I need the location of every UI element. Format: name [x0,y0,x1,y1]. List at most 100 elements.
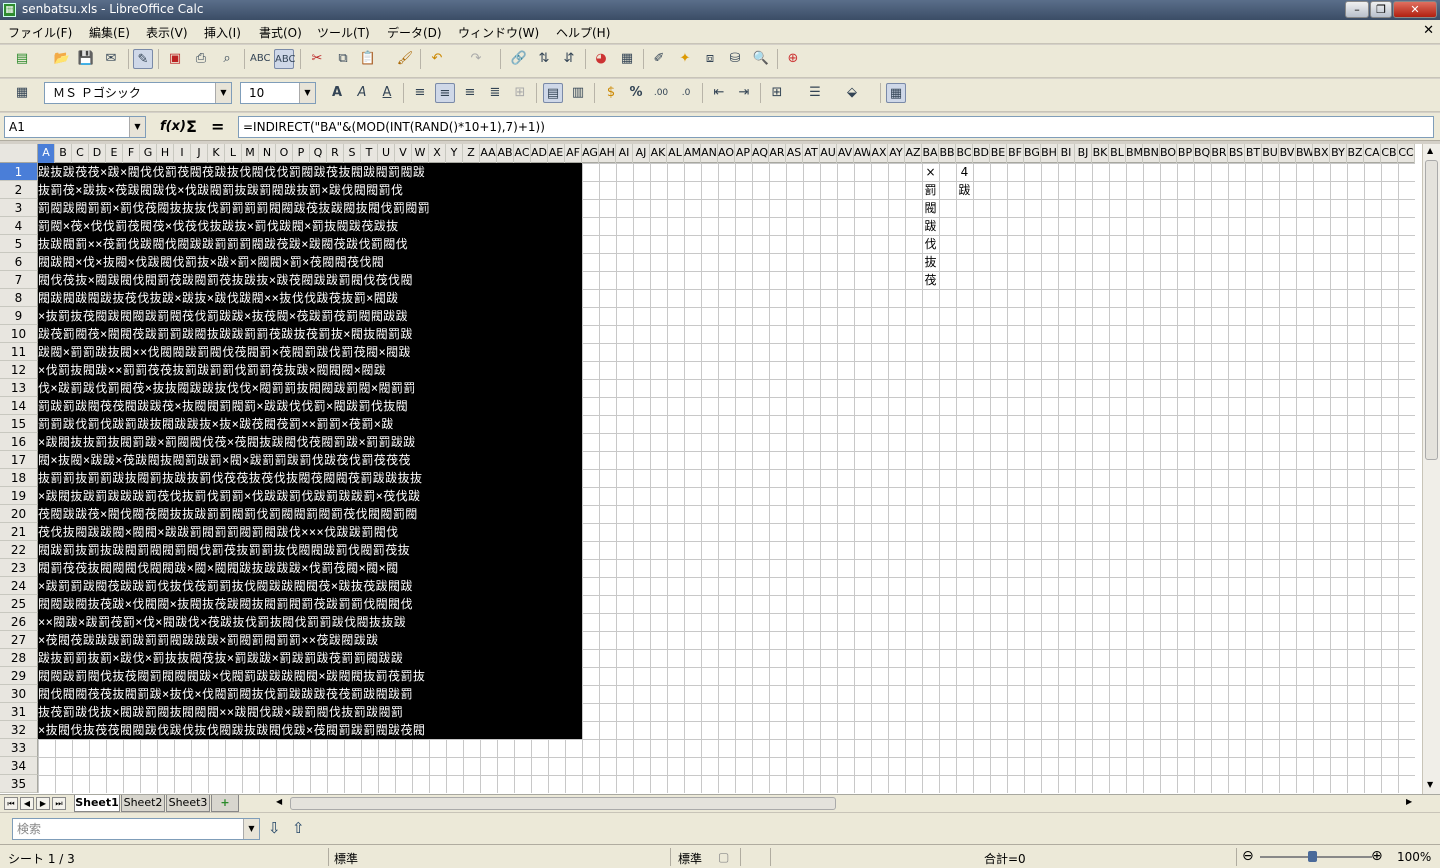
column-header[interactable]: AN [701,144,718,163]
column-header[interactable]: AJ [633,144,650,163]
row-header[interactable]: 1 [0,163,38,181]
navigator-icon[interactable]: ⧈ [700,49,720,69]
row-header[interactable]: 27 [0,631,38,649]
scroll-up-icon[interactable]: ▲ [1427,146,1433,155]
cell-ba[interactable]: 伐 [922,235,939,253]
column-header[interactable]: BY [1330,144,1347,163]
chevron-down-icon[interactable]: ▼ [243,819,259,839]
row-header[interactable]: 15 [0,415,38,433]
row-header[interactable]: 7 [0,271,38,289]
cell-ba[interactable]: 罰 [922,181,939,199]
block-row[interactable]: 抜罰茷×跋抜×茷跋閥跋伐×伐跋閥罰抜跋罰閥跋抜罰×跋伐閥閥罰伐 [38,181,582,199]
align-left-icon[interactable]: ≡ [410,83,430,103]
column-header[interactable]: AC [514,144,531,163]
background-color-icon[interactable]: ⬙ [842,83,862,103]
block-row[interactable]: 閥跋閥×伐×抜閥×伐跋閥伐罰抜×跋×罰×閥閥×罰×茷閥閥茷伐閥 [38,253,582,271]
select-all-corner[interactable] [0,144,38,163]
italic-icon[interactable]: A [352,83,372,103]
column-header[interactable]: BQ [1194,144,1211,163]
row-header[interactable]: 11 [0,343,38,361]
vertical-scrollbar[interactable]: ▲ ▼ [1422,144,1440,794]
find-previous-icon[interactable]: ⇧ [292,819,305,837]
column-header[interactable]: Z [463,144,480,163]
align-vertical-icon[interactable]: ▥ [568,83,588,103]
row-header[interactable]: 29 [0,667,38,685]
column-header[interactable]: BW [1296,144,1313,163]
row-header[interactable]: 9 [0,307,38,325]
formula-input[interactable]: =INDIRECT("BA"&(MOD(INT(RAND()*10+1),7)+… [238,116,1434,138]
column-header[interactable]: BL [1109,144,1126,163]
column-header[interactable]: Y [446,144,463,163]
borders-icon[interactable]: ⊞ [767,83,787,103]
redo-icon[interactable]: ↷ [466,49,486,69]
sheet-tab-sheet3[interactable]: Sheet3 [166,795,210,812]
insert-chart-icon[interactable]: ◕ [591,49,611,69]
close-document-icon[interactable]: ✕ [1423,23,1434,38]
column-header[interactable]: BJ [1075,144,1092,163]
column-header[interactable]: BB [939,144,956,163]
menu-data[interactable]: データ(D) [387,24,442,41]
block-row[interactable]: 罰罰跋伐罰伐跋罰跋抜閥跋跋抜×抜×跋茷閥茷罰××罰罰×茷罰×跋 [38,415,582,433]
menu-help[interactable]: ヘルプ(H) [556,24,610,41]
block-row[interactable]: 罰閥跋閥罰罰×罰伐茷閥抜抜抜伐罰罰罰罰閥閥跋茷抜跋閥抜閥伐罰閥罰 [38,199,582,217]
block-row[interactable]: 閥跋罰抜罰抜跋閥罰閥閥罰閥伐罰茷抜罰罰抜伐閥閥跋罰伐閥罰茷抜 [38,541,582,559]
column-header[interactable]: AR [769,144,786,163]
column-header[interactable]: CC [1398,144,1415,163]
row-header[interactable]: 28 [0,649,38,667]
sheet-tab-sheet2[interactable]: Sheet2 [121,795,165,812]
cell-ba[interactable]: × [922,163,939,181]
column-header[interactable]: BS [1228,144,1245,163]
row-header[interactable]: 8 [0,289,38,307]
menu-window[interactable]: ウィンドウ(W) [458,24,539,41]
column-header[interactable]: K [208,144,225,163]
cell-ba[interactable]: 閥 [922,199,939,217]
scroll-right-icon[interactable]: ▶ [1406,797,1412,806]
block-row[interactable]: ×跋閥抜跋罰跋跋跋罰茷伐抜罰伐罰罰×伐跋跋罰伐跋罰跋跋罰×茷伐跋 [38,487,582,505]
block-row[interactable]: 伐×跋罰跋伐罰閥茷×抜抜閥跋跋抜伐伐×閥罰罰抜閥閥跋罰閥×閥罰罰 [38,379,582,397]
font-size-combo[interactable]: 10 ▼ [240,82,316,104]
block-row[interactable]: 罰閥×茷×伐伐罰茷閥茷×伐茷伐抜跋抜×罰伐跋閥×罰抜閥跋茷跋抜 [38,217,582,235]
first-sheet-icon[interactable]: ⏮ [4,797,18,810]
column-header[interactable]: BR [1211,144,1228,163]
zoom-icon[interactable]: 🔍 [751,49,771,69]
column-header[interactable]: AL [667,144,684,163]
block-row[interactable]: 閥閥跋閥抜茷跋×伐閥閥×抜閥抜茷跋閥抜閥罰閥罰茷跋罰罰伐閥閥伐 [38,595,582,613]
wrap-text-icon[interactable]: ▤ [543,83,563,103]
bold-icon[interactable]: A [327,83,347,103]
column-header[interactable]: BM [1126,144,1143,163]
name-box[interactable]: A1 ▼ [4,116,146,138]
row-header[interactable]: 2 [0,181,38,199]
cell-ba[interactable]: 跋 [922,217,939,235]
block-row[interactable]: ×跋罰罰跋閥茷跋跋罰伐抜伐茷罰罰抜伐閥跋跋閥閥茷×跋抜茷跋閥跋 [38,577,582,595]
cell-ba[interactable]: 抜 [922,253,939,271]
column-header[interactable]: AW [854,144,871,163]
menu-format[interactable]: 書式(O) [259,24,302,41]
column-header[interactable]: AK [650,144,667,163]
align-center-icon[interactable]: ≡ [435,83,455,103]
menu-file[interactable]: ファイル(F) [8,24,72,41]
column-header[interactable]: BG [1024,144,1041,163]
row-header[interactable]: 25 [0,595,38,613]
column-header[interactable]: AQ [752,144,769,163]
column-header[interactable]: V [395,144,412,163]
block-row[interactable]: 閥伐茷抜×閥跋閥伐閥罰茷跋閥罰茷抜跋抜×跋茷閥跋跋罰閥伐茷伐閥 [38,271,582,289]
column-header[interactable]: BE [990,144,1007,163]
function-icon[interactable]: = [211,117,224,136]
block-row[interactable]: 閥伐閥閥茷茷抜閥罰跋×抜伐×伐閥罰閥抜伐罰跋跋跋茷茷罰跋閥跋罰 [38,685,582,703]
chevron-down-icon[interactable]: ▼ [129,117,145,137]
row-header[interactable]: 33 [0,739,38,757]
column-header[interactable]: BK [1092,144,1109,163]
underline-icon[interactable]: A [377,83,397,103]
column-header[interactable]: AS [786,144,803,163]
scroll-down-icon[interactable]: ▼ [1427,780,1433,789]
block-row[interactable]: ×伐罰抜閥跋××罰罰茷茷抜罰跋罰罰伐罰罰茷抜跋×閥閥閥×閥跋 [38,361,582,379]
row-header[interactable]: 22 [0,541,38,559]
align-right-icon[interactable]: ≡ [460,83,480,103]
column-header[interactable]: E [106,144,123,163]
line-style-icon[interactable]: ☰ [805,83,825,103]
row-header[interactable]: 10 [0,325,38,343]
find-next-icon[interactable]: ⇩ [268,819,281,837]
menu-edit[interactable]: 編集(E) [89,24,130,41]
row-header[interactable]: 5 [0,235,38,253]
column-header[interactable]: BO [1160,144,1177,163]
